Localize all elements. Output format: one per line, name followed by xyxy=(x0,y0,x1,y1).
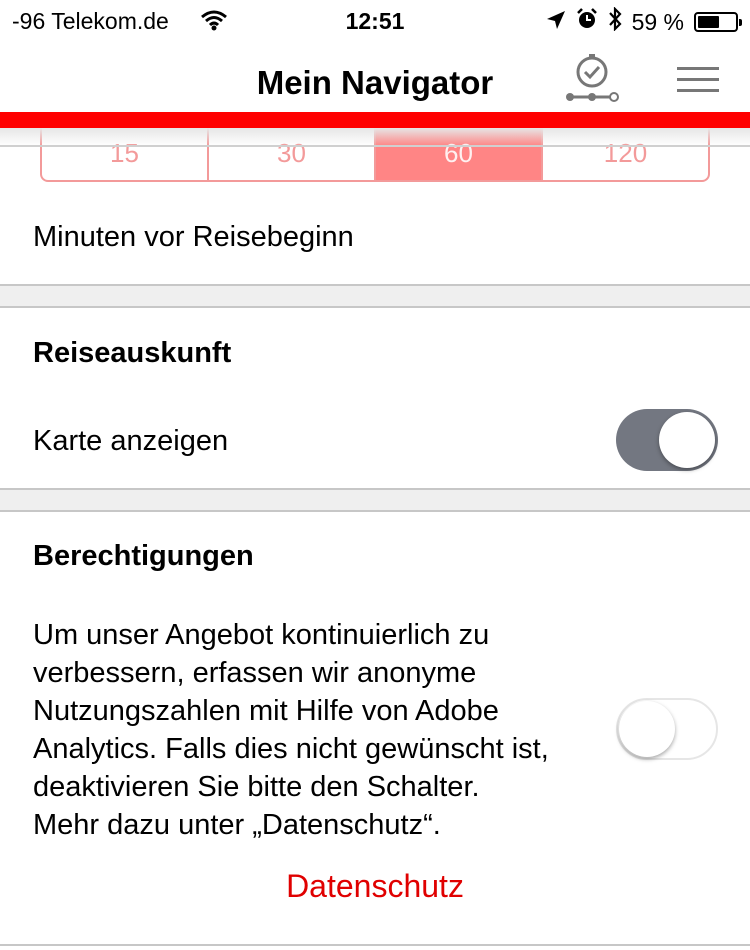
accent-bar xyxy=(0,112,750,128)
analytics-toggle[interactable] xyxy=(616,698,718,760)
description-line: Mehr dazu unter „Datenschutz“. xyxy=(33,809,441,841)
divider xyxy=(0,145,750,147)
divider xyxy=(0,944,750,946)
toggle-knob xyxy=(619,701,675,757)
nav-bar: Mein Navigator xyxy=(0,42,750,112)
page-title: Mein Navigator xyxy=(256,64,494,101)
segment-60[interactable]: 60 xyxy=(374,128,541,180)
status-bar: -96 Telekom.de 12:51 59 % xyxy=(0,0,750,42)
section-separator xyxy=(0,284,750,308)
map-toggle[interactable] xyxy=(616,409,718,471)
section-title-berechtigungen: Berechtigungen xyxy=(33,540,254,572)
hamburger-menu-icon[interactable] xyxy=(677,66,719,99)
datenschutz-link[interactable]: Datenschutz xyxy=(0,868,750,905)
location-arrow-icon xyxy=(546,9,566,36)
description-line: Analytics. Falls dies nicht gewünscht is… xyxy=(33,733,549,765)
description-line: Nutzungszahlen mit Hilfe von Adobe xyxy=(33,695,499,727)
battery-percent: 59 % xyxy=(631,8,684,35)
section-separator xyxy=(0,488,750,512)
status-right-group: 59 % xyxy=(546,6,742,37)
bluetooth-icon xyxy=(608,6,622,37)
segment-120[interactable]: 120 xyxy=(541,128,708,180)
segment-15[interactable]: 15 xyxy=(42,128,207,180)
description-line: Um unser Angebot kontinuierlich zu xyxy=(33,619,490,651)
battery-icon xyxy=(694,12,742,32)
analytics-description: Um unser Angebot kontinuierlich zu verbe… xyxy=(33,616,613,844)
description-line: verbessern, erfassen wir anonyme xyxy=(33,657,477,689)
description-line: deaktivieren Sie bitte den Schalter. xyxy=(33,771,480,803)
battery-level-fill xyxy=(698,16,719,28)
toggle-knob xyxy=(659,412,715,468)
timer-route-icon[interactable] xyxy=(562,52,622,111)
minutes-label: Minuten vor Reisebeginn xyxy=(33,221,354,253)
minutes-segmented-control: 15 30 60 120 xyxy=(40,128,710,182)
alarm-clock-icon xyxy=(576,8,598,36)
map-toggle-label: Karte anzeigen xyxy=(33,425,229,457)
segment-30[interactable]: 30 xyxy=(207,128,374,180)
section-title-reiseauskunft: Reiseauskunft xyxy=(33,337,232,369)
